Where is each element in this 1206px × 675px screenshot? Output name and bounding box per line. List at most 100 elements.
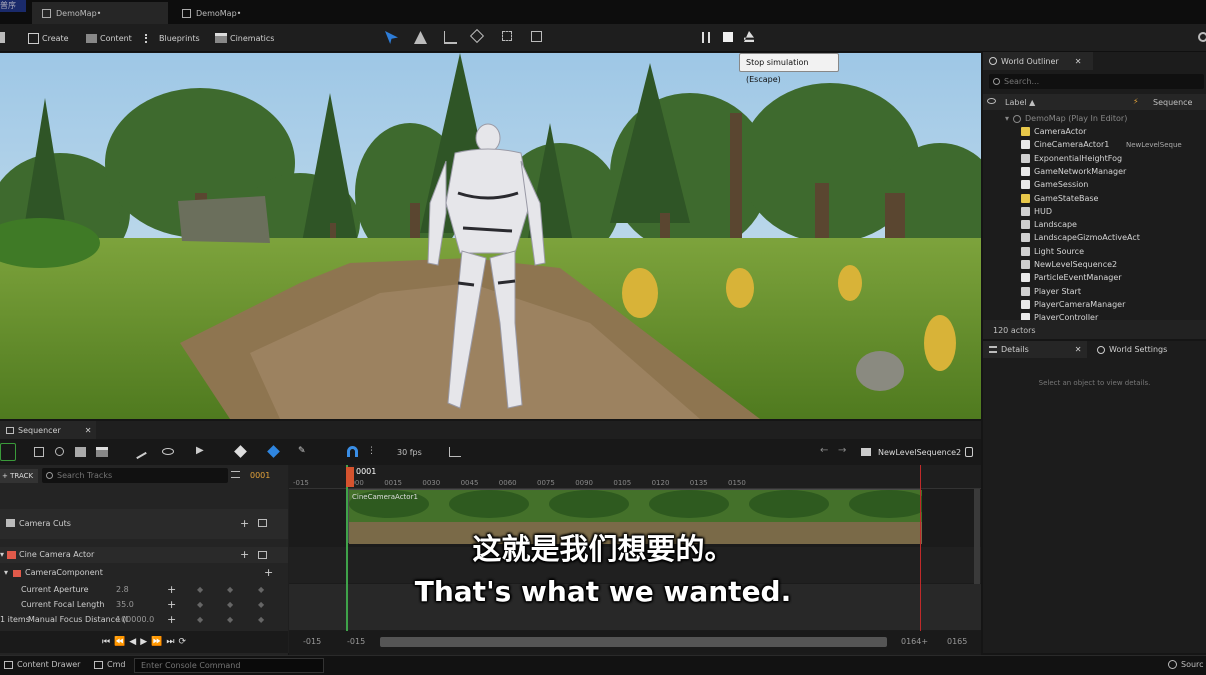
track-search-input[interactable]: [57, 471, 207, 480]
outliner-item[interactable]: ExponentialHeightFog: [1021, 152, 1122, 165]
key-icon[interactable]: [234, 445, 247, 458]
actor-type-icon: [1021, 286, 1030, 296]
save-icon[interactable]: [0, 32, 5, 43]
outliner-item[interactable]: Landscape: [1021, 218, 1077, 231]
blueprints-button[interactable]: Blueprints: [145, 29, 200, 47]
actor-type-icon: [1021, 220, 1030, 230]
outliner-item-label: LandscapeGizmoActiveAct: [1034, 233, 1140, 243]
sequence-name-breadcrumb[interactable]: NewLevelSequence2: [878, 448, 961, 457]
outliner-item[interactable]: CameraActor: [1021, 125, 1086, 138]
geometry-icon[interactable]: [531, 31, 542, 42]
add-key-icon[interactable]: +: [167, 613, 176, 626]
jump-to-end-icon[interactable]: ⏭: [166, 637, 174, 647]
fracture-icon[interactable]: [502, 31, 512, 41]
select-mode-icon[interactable]: [385, 31, 398, 44]
step-back-icon[interactable]: ⏪: [114, 637, 125, 647]
world-settings-label: World Settings: [1109, 345, 1168, 354]
find-in-browser-icon[interactable]: [55, 447, 64, 456]
outliner-item[interactable]: GameNetworkManager: [1021, 165, 1126, 178]
focus-distance-value[interactable]: 100000.0: [116, 615, 154, 624]
outliner-item[interactable]: Light Source: [1021, 245, 1084, 258]
close-icon[interactable]: ✕: [85, 426, 92, 435]
curve-editor-icon[interactable]: [449, 447, 461, 457]
loop-icon[interactable]: ⟳: [178, 637, 186, 647]
camera-lock-icon[interactable]: [0, 443, 16, 461]
tab-details[interactable]: Details ✕: [983, 341, 1087, 358]
actors-icon[interactable]: [75, 447, 86, 457]
mesh-paint-icon[interactable]: [469, 28, 485, 44]
back-arrow-icon[interactable]: ←: [820, 445, 828, 456]
filter-icon[interactable]: [231, 471, 240, 478]
content-drawer-button[interactable]: Content Drawer: [4, 660, 80, 669]
cinematics-button[interactable]: Cinematics: [215, 29, 274, 47]
source-control-button[interactable]: Sourc: [1168, 660, 1204, 669]
outliner-item[interactable]: LandscapeGizmoActiveAct: [1021, 231, 1140, 244]
sequencer-tab-label: Sequencer: [18, 425, 61, 435]
current-frame-field[interactable]: 0001: [250, 471, 270, 480]
playhead[interactable]: [346, 467, 354, 487]
pause-icon[interactable]: [702, 32, 710, 43]
close-icon[interactable]: ✕: [1075, 345, 1082, 354]
time-tick-label: 0015: [384, 479, 403, 487]
brush-icon[interactable]: ✎: [298, 446, 306, 456]
play-reverse-icon[interactable]: ◀: [129, 637, 136, 647]
working-range-start[interactable]: -015: [347, 637, 365, 646]
outliner-item-label: CameraActor: [1034, 127, 1087, 136]
cmd-selector[interactable]: Cmd: [94, 660, 125, 669]
working-range-end[interactable]: 0164+: [901, 637, 928, 646]
forward-arrow-icon[interactable]: →: [838, 445, 846, 456]
create-button[interactable]: Create: [28, 29, 69, 47]
horizontal-scrollbar[interactable]: [380, 637, 887, 647]
settings-gear-icon[interactable]: [1198, 32, 1206, 42]
outliner-item[interactable]: PlayerCameraManager: [1021, 298, 1125, 311]
jump-to-start-icon[interactable]: ⏮: [102, 637, 110, 647]
tab-demomap-2[interactable]: DemoMap•: [172, 2, 292, 24]
content-button[interactable]: Content: [86, 29, 132, 47]
actor-type-icon: [1021, 233, 1030, 243]
lock-icon[interactable]: [965, 447, 973, 457]
eject-icon[interactable]: [744, 31, 754, 42]
more-options-icon[interactable]: ⋮: [367, 446, 376, 456]
save-sequence-icon[interactable]: [34, 447, 44, 457]
add-key-diamond-icon[interactable]: ◆: [227, 615, 233, 624]
snap-magnet-icon[interactable]: [347, 446, 358, 457]
view-range-start[interactable]: -015: [303, 637, 321, 646]
tab-demomap-1[interactable]: DemoMap•: [32, 2, 168, 24]
add-track-button[interactable]: + TRACK: [0, 469, 38, 483]
frame-rate-selector[interactable]: 30 fps: [397, 448, 422, 457]
outliner-item[interactable]: PlayerController: [1021, 311, 1098, 320]
play-icon[interactable]: ▶: [140, 637, 147, 647]
view-range-end[interactable]: 0165: [947, 637, 967, 646]
level-viewport[interactable]: [0, 53, 981, 419]
next-key-icon[interactable]: ◆: [258, 615, 264, 624]
outliner-item[interactable]: GameStateBase: [1021, 192, 1098, 205]
actor-type-icon: [1021, 153, 1030, 163]
track-search[interactable]: [42, 468, 228, 483]
view-options-icon[interactable]: [162, 448, 174, 455]
outliner-item[interactable]: Player Start: [1021, 285, 1081, 298]
prev-key-icon[interactable]: ◆: [197, 615, 203, 624]
actions-icon[interactable]: [132, 444, 147, 460]
foliage-mode-icon[interactable]: [444, 31, 457, 44]
outliner-item[interactable]: NewLevelSequence2: [1021, 258, 1117, 271]
render-movie-icon[interactable]: [96, 447, 108, 457]
step-forward-icon[interactable]: ⏩: [151, 637, 162, 647]
curve-icon[interactable]: [267, 445, 280, 458]
stop-icon[interactable]: [723, 32, 733, 42]
focus-distance-track[interactable]: 1 items Manual Focus Distance (I 100000.…: [0, 613, 288, 628]
outliner-item-label: HUD: [1034, 206, 1053, 216]
tab-sequencer[interactable]: Sequencer ✕: [0, 421, 96, 439]
console-command-input[interactable]: [134, 658, 324, 673]
outliner-item[interactable]: GameSession: [1021, 178, 1088, 191]
game-scene-image: [0, 53, 981, 419]
playback-options-icon[interactable]: ▶: [196, 445, 204, 456]
outliner-item[interactable]: ParticleEventManager: [1021, 271, 1122, 284]
outliner-item[interactable]: CineCameraActor1 NewLevelSeque: [1021, 138, 1182, 151]
outliner-item-label: CineCameraActor1: [1034, 140, 1110, 150]
blueprints-label: Blueprints: [159, 33, 200, 43]
blueprints-icon: [145, 33, 156, 43]
time-tick-label: 0135: [689, 479, 708, 487]
landscape-mode-icon[interactable]: [414, 31, 427, 44]
outliner-item[interactable]: HUD: [1021, 205, 1052, 218]
tab-world-settings[interactable]: World Settings: [1091, 341, 1206, 358]
